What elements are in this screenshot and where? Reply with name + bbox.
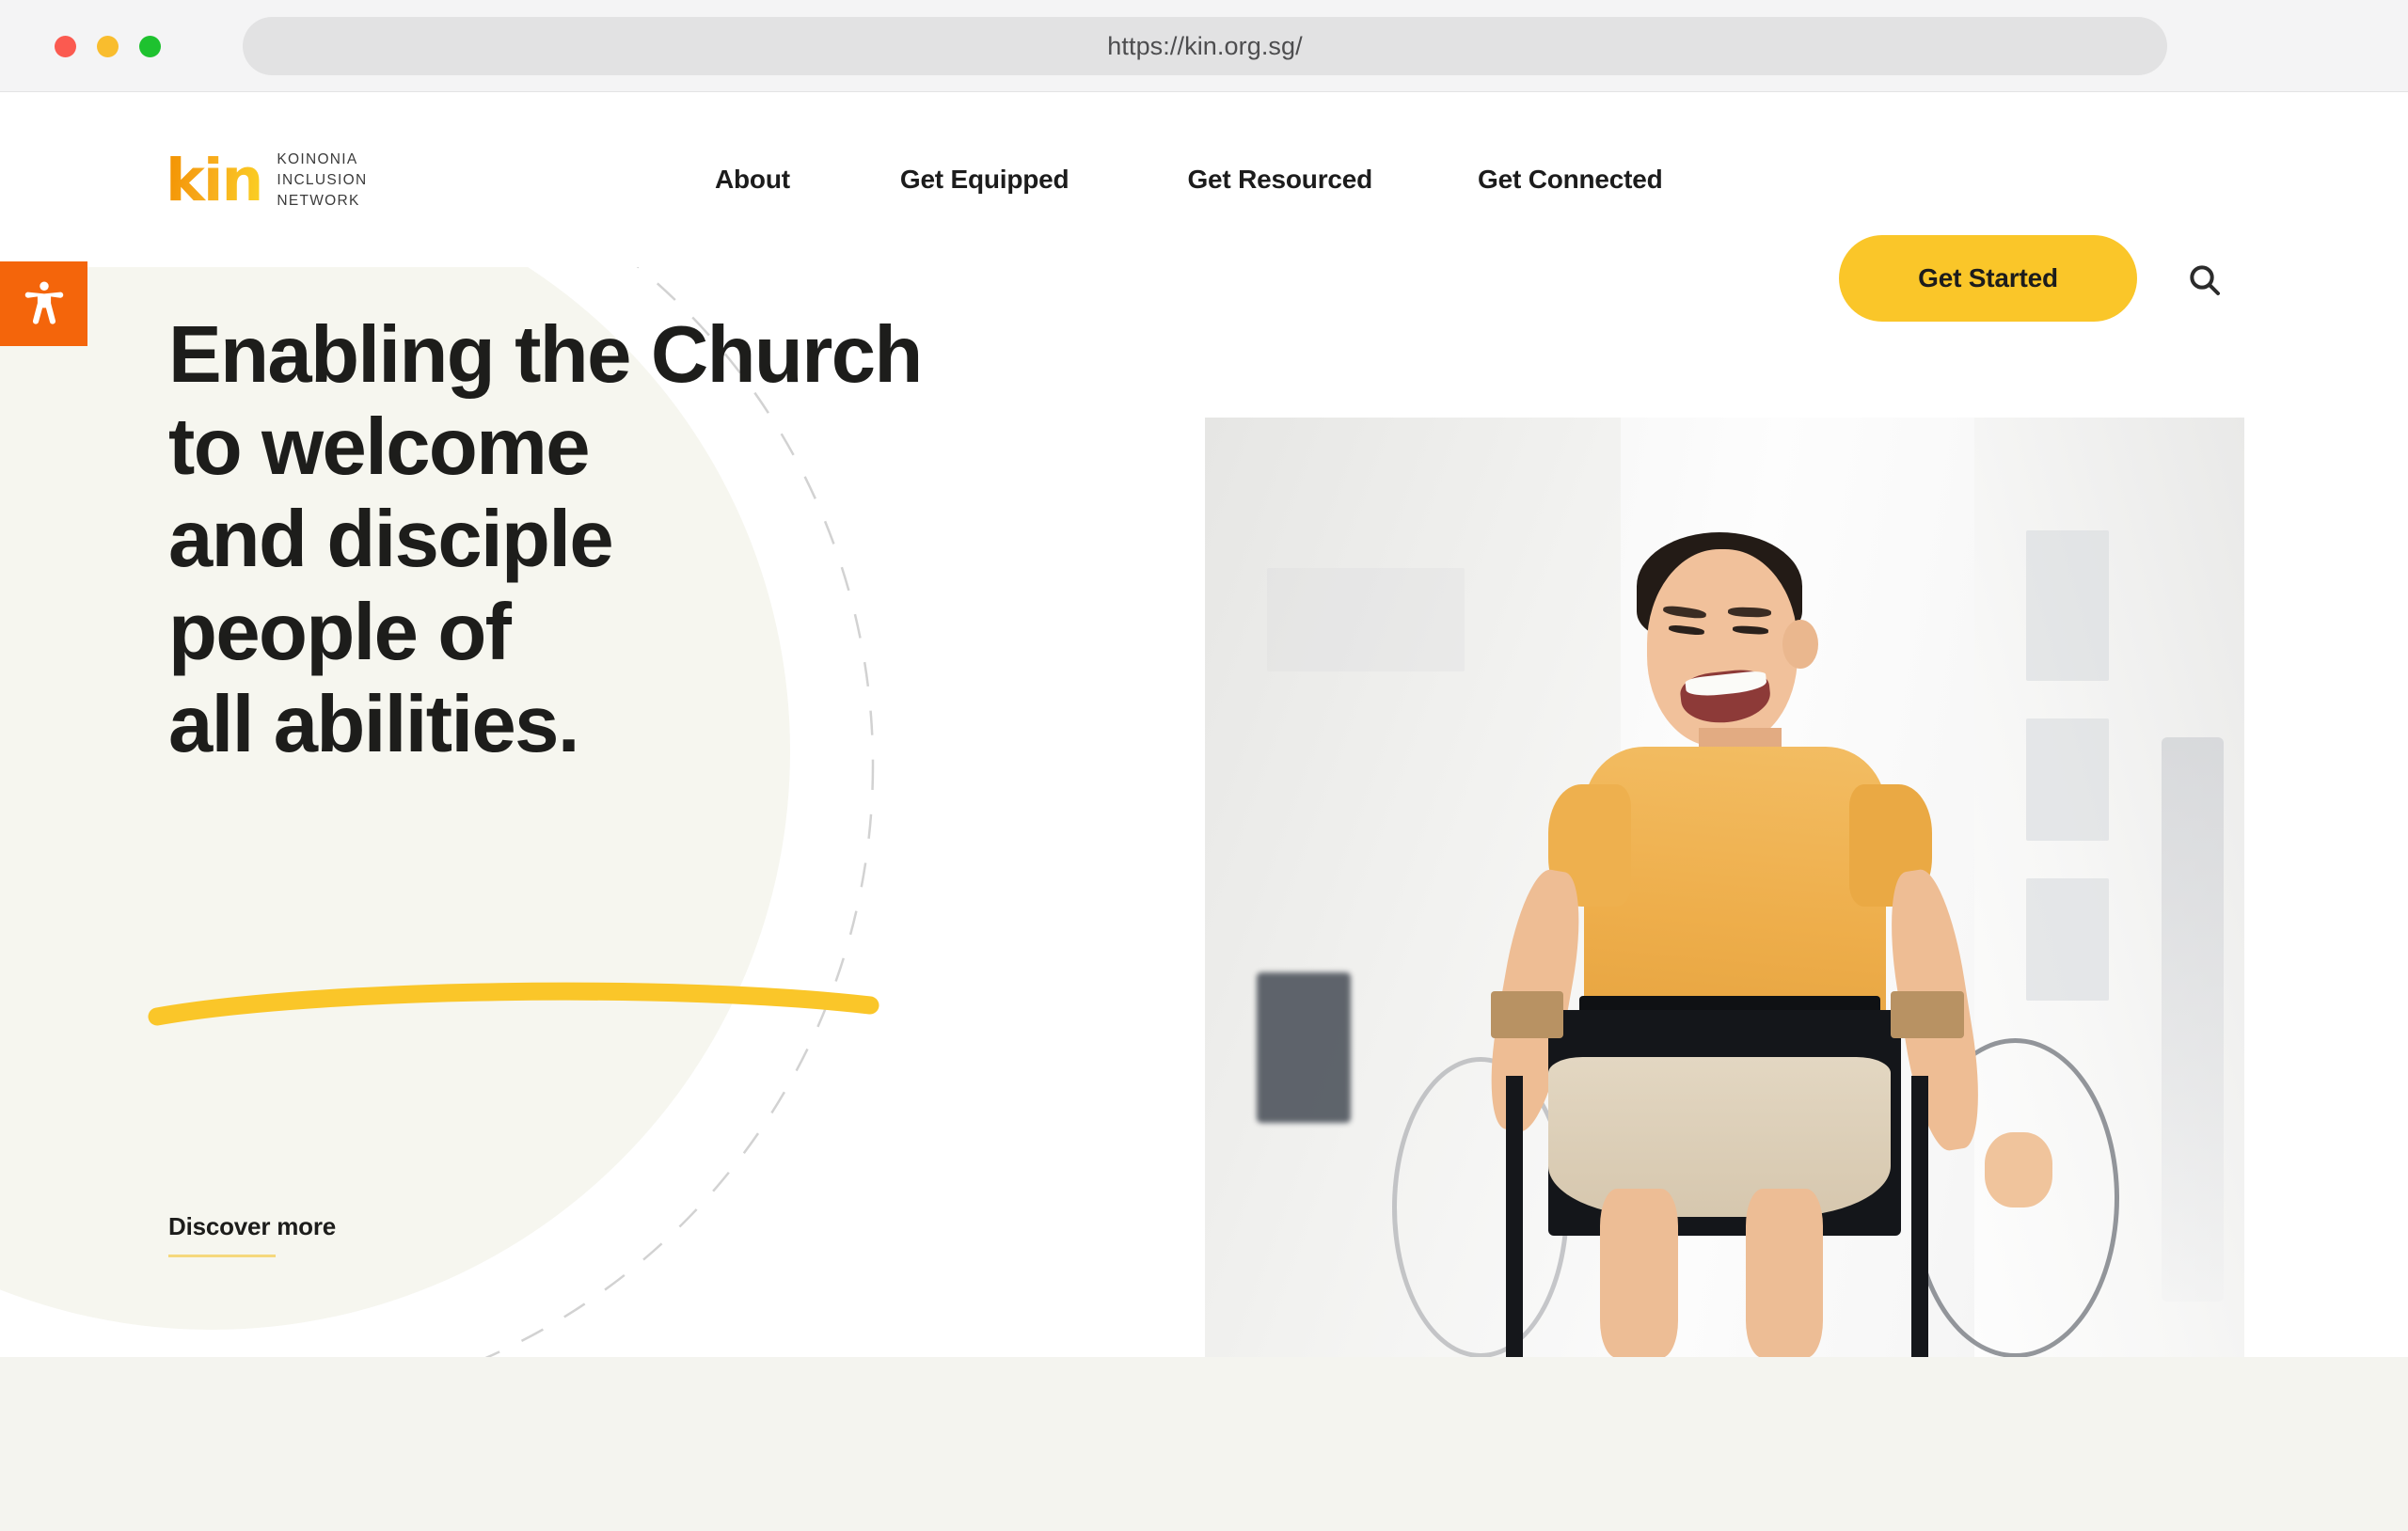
logo-tagline-line-2: INCLUSION xyxy=(277,172,368,188)
hero-text-block: Enabling the Church to welcome and disci… xyxy=(168,309,1128,771)
wheelchair-frame-right xyxy=(1911,1076,1929,1357)
hero-title-line-2: to welcome xyxy=(168,402,591,493)
discover-more-label: Discover more xyxy=(168,1212,337,1240)
discover-more-link[interactable]: Discover more xyxy=(168,1212,336,1257)
discover-more-underline xyxy=(168,1255,276,1257)
logo-tagline-line-3: NETWORK xyxy=(277,193,360,209)
person-leg-left xyxy=(1599,1189,1678,1357)
main-navigation: About Get Equipped Get Resourced Get Con… xyxy=(715,92,1663,267)
person-hand-right xyxy=(1984,1132,2052,1207)
window-pane xyxy=(2025,530,2110,681)
nav-item-get-equipped[interactable]: Get Equipped xyxy=(900,165,1069,195)
hero-underline-swoosh xyxy=(148,982,879,1026)
page-viewport: kin KOINONIA INCLUSION NETWORK About Get… xyxy=(0,92,2408,1531)
hero-title-line-3: and disciple xyxy=(168,495,614,585)
background-wheelchair xyxy=(1257,972,1351,1123)
window-pane xyxy=(2025,878,2110,1001)
window-traffic-lights xyxy=(55,36,161,57)
corridor-handrail xyxy=(2161,737,2224,1302)
accessibility-widget-button[interactable] xyxy=(0,261,87,346)
hero-title-line-5: all abilities. xyxy=(168,679,579,769)
maximize-window-button[interactable] xyxy=(139,36,161,57)
browser-chrome: https://kin.org.sg/ xyxy=(0,0,2408,92)
wheelchair-armrest-left xyxy=(1490,991,1564,1038)
address-bar[interactable]: https://kin.org.sg/ xyxy=(243,17,2167,75)
page-title: Enabling the Church to welcome and disci… xyxy=(168,309,1128,771)
site-logo[interactable]: kin KOINONIA INCLUSION NETWORK xyxy=(166,150,367,212)
search-icon xyxy=(2186,261,2224,302)
logo-wordmark: kin xyxy=(166,146,263,215)
hero-section: Enabling the Church to welcome and disci… xyxy=(0,267,2408,1357)
get-started-button[interactable]: Get Started xyxy=(1839,235,2137,322)
logo-tagline: KOINONIA INCLUSION NETWORK xyxy=(277,150,367,212)
window-pane xyxy=(2025,718,2110,841)
logo-tagline-line-1: KOINONIA xyxy=(277,151,358,167)
nav-item-get-connected[interactable]: Get Connected xyxy=(1478,165,1663,195)
person-leg-right xyxy=(1745,1189,1824,1357)
person-shorts xyxy=(1547,1057,1892,1217)
window-pane xyxy=(1267,568,1465,671)
hero-image xyxy=(1205,418,2244,1357)
hero-title-line-1: Enabling the Church xyxy=(168,310,923,400)
person-ear xyxy=(1782,620,1818,669)
nav-item-about[interactable]: About xyxy=(715,165,790,195)
wheelchair-frame-left xyxy=(1506,1076,1524,1357)
accessibility-person-icon xyxy=(19,277,70,331)
minimize-window-button[interactable] xyxy=(97,36,119,57)
nav-item-get-resourced[interactable]: Get Resourced xyxy=(1187,165,1372,195)
site-header: kin KOINONIA INCLUSION NETWORK About Get… xyxy=(0,92,2408,322)
close-window-button[interactable] xyxy=(55,36,76,57)
url-text: https://kin.org.sg/ xyxy=(1107,31,1303,60)
next-section-band xyxy=(0,1357,2408,1531)
hero-title-line-4: people of xyxy=(168,587,512,677)
wheelchair-armrest-right xyxy=(1891,991,1964,1038)
search-button[interactable] xyxy=(2184,260,2226,302)
